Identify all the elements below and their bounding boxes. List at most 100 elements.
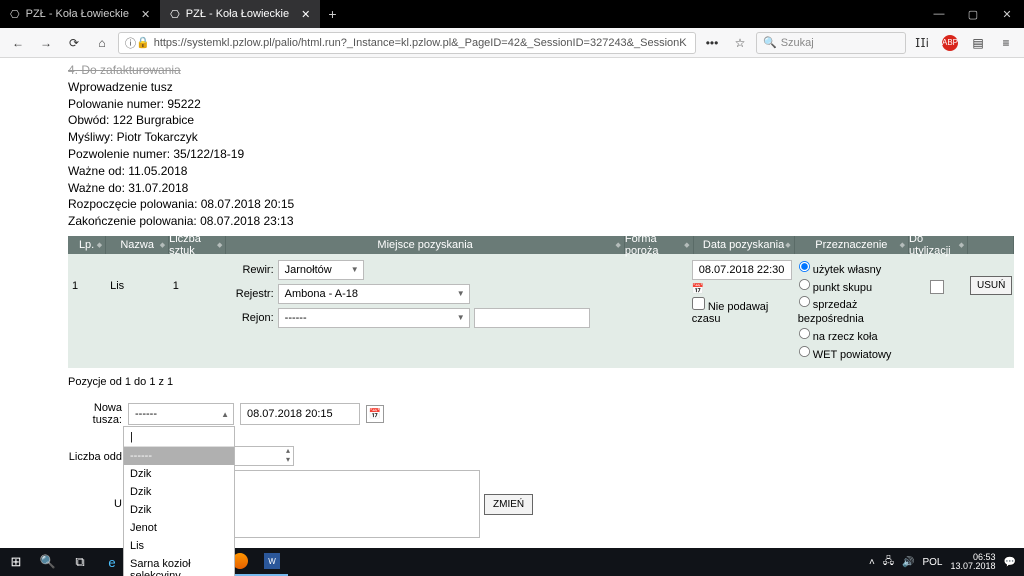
cell-utyl <box>907 254 966 303</box>
form-area: Nowa tusza: ------ 08.07.2018 20:15 📅 --… <box>68 402 1014 426</box>
word-icon[interactable]: W <box>256 548 288 576</box>
info-line: Rozpoczęcie polowania: 08.07.2018 20:15 <box>68 196 1014 213</box>
tab-label: PZŁ - Koła Łowieckie <box>26 8 129 20</box>
select-rejon[interactable]: ------ <box>278 308 470 328</box>
select-rewir[interactable]: Jarnołtów <box>278 260 364 280</box>
input-data[interactable]: 08.07.2018 20:15 <box>240 403 360 425</box>
dropdown-item[interactable]: Dzik <box>124 483 234 501</box>
search-input[interactable]: 🔍Szukaj <box>756 32 906 54</box>
tab-favicon: ⎔ <box>170 8 180 21</box>
taskview-icon[interactable]: ⧉ <box>64 548 96 576</box>
select-rejestr[interactable]: Ambona - A-18 <box>278 284 470 304</box>
dropdown-item[interactable]: Lis <box>124 537 234 555</box>
dropdown-nowa-tusza: ------ Dzik Dzik Dzik Jenot Lis Sarna ko… <box>123 426 235 576</box>
input-rejon-extra[interactable] <box>474 308 590 328</box>
system-tray: ˄ 🖧 🔊 POL 06:53 13.07.2018 💬 <box>861 553 1024 571</box>
dropdown-item[interactable]: ------ <box>124 447 234 465</box>
cell-nazwa: Lis <box>106 254 169 298</box>
window-close[interactable]: ✕ <box>990 0 1024 28</box>
label-rejestr: Rejestr: <box>230 288 274 300</box>
table-header: Lp. Nazwa Liczba sztuk Miejsce pozyskani… <box>68 236 1014 254</box>
info-line: 4. Do zafakturowania <box>68 62 1014 79</box>
tray-clock[interactable]: 06:53 13.07.2018 <box>951 553 996 571</box>
info-line: Obwód: 122 Burgrabice <box>68 112 1014 129</box>
col-data[interactable]: Data pozyskania <box>694 236 795 254</box>
site-info-icon[interactable]: ⓘ <box>125 35 136 51</box>
label-rejon: Rejon: <box>230 312 274 324</box>
adblock-icon[interactable]: ABP <box>938 31 962 55</box>
col-miejsce[interactable]: Miejsce pozyskania <box>226 236 624 254</box>
info-line: Ważne od: 11.05.2018 <box>68 163 1014 180</box>
browser-toolbar: ← → ⟳ ⌂ ⓘ 🔒 https://systemkl.pzlow.pl/pa… <box>0 28 1024 58</box>
radio-sprzedaz[interactable] <box>799 296 810 307</box>
radio-wet[interactable] <box>799 346 810 357</box>
cell-lp: 1 <box>68 254 106 298</box>
checkbox-niepodawaj[interactable] <box>692 297 705 310</box>
tab-close-icon[interactable]: ✕ <box>301 8 310 21</box>
window-maximize[interactable]: ▢ <box>956 0 990 28</box>
library-icon[interactable]: 𝖨𝖨𝗂 <box>910 31 934 55</box>
table-row: 1 Lis 1 Rewir: Jarnołtów Rejestr: Ambona… <box>68 254 1014 369</box>
col-liczba[interactable]: Liczba sztuk <box>169 236 226 254</box>
info-line: Myśliwy: Piotr Tokarczyk <box>68 129 1014 146</box>
url-bar[interactable]: ⓘ 🔒 https://systemkl.pzlow.pl/palio/html… <box>118 32 696 54</box>
combo-nowa-tusza[interactable]: ------ <box>128 403 234 425</box>
page-actions-icon[interactable]: ••• <box>700 31 724 55</box>
new-tab-button[interactable]: + <box>320 0 344 28</box>
window-minimize[interactable]: — <box>922 0 956 28</box>
tray-up-icon[interactable]: ˄ <box>869 557 875 568</box>
browser-tab-1[interactable]: ⎔ PZŁ - Koła Łowieckie ✕ <box>160 0 320 28</box>
delete-button[interactable]: USUŃ <box>970 276 1012 295</box>
textarea-uwagi[interactable] <box>234 470 480 538</box>
menu-icon[interactable]: ≡ <box>994 31 1018 55</box>
label-liczba: Liczba odd <box>68 451 122 463</box>
col-actions <box>968 236 1014 254</box>
dropdown-item[interactable]: Sarna kozioł selekcyjny <box>124 555 234 576</box>
col-lp[interactable]: Lp. <box>68 236 106 254</box>
radio-uzytek[interactable] <box>799 261 810 272</box>
search-icon[interactable]: 🔍 <box>32 548 64 576</box>
info-line: Pozwolenie numer: 35/122/18-19 <box>68 146 1014 163</box>
dropdown-item[interactable]: Jenot <box>124 519 234 537</box>
tab-close-icon[interactable]: ✕ <box>141 8 150 21</box>
col-nazwa[interactable]: Nazwa <box>106 236 169 254</box>
cell-przeznaczenie: użytek własny punkt skupu sprzedaż bezpo… <box>794 254 907 369</box>
nav-home[interactable]: ⌂ <box>90 31 114 55</box>
info-line: Wprowadzenie tusz <box>68 79 1014 96</box>
cell-liczba: 1 <box>169 254 226 298</box>
label-uwagi: U <box>68 498 122 510</box>
start-button[interactable]: ⊞ <box>0 548 32 576</box>
input-data-pozyskania[interactable]: 08.07.2018 22:30 <box>692 260 792 280</box>
tray-notifications-icon[interactable]: 💬 <box>1004 557 1016 568</box>
dropdown-item[interactable]: Dzik <box>124 465 234 483</box>
bookmark-star-icon[interactable]: ☆ <box>728 31 752 55</box>
sidebar-icon[interactable]: ▤ <box>966 31 990 55</box>
nav-back[interactable]: ← <box>6 31 30 55</box>
nav-forward[interactable]: → <box>34 31 58 55</box>
col-forma[interactable]: Forma poroża <box>625 236 694 254</box>
tray-language[interactable]: POL <box>922 557 942 568</box>
info-line: Ważne do: 31.07.2018 <box>68 180 1014 197</box>
col-przezn[interactable]: Przeznaczenie <box>795 236 909 254</box>
window-titlebar: ⎔ PZŁ - Koła Łowieckie ✕ ⎔ PZŁ - Koła Ło… <box>0 0 1024 28</box>
radio-kolo[interactable] <box>799 328 810 339</box>
browser-tab-0[interactable]: ⎔ PZŁ - Koła Łowieckie ✕ <box>0 0 160 28</box>
tray-volume-icon[interactable]: 🔊 <box>902 557 914 568</box>
radio-punkt[interactable] <box>799 279 810 290</box>
dropdown-item[interactable]: Dzik <box>124 501 234 519</box>
col-utyl[interactable]: Do utylizacji <box>909 236 968 254</box>
info-line: Polowanie numer: 95222 <box>68 96 1014 113</box>
nav-reload[interactable]: ⟳ <box>62 31 86 55</box>
stepper-liczba[interactable] <box>234 446 294 466</box>
calendar-icon[interactable]: 📅 <box>692 284 790 295</box>
tab-label: PZŁ - Koła Łowieckie <box>186 8 289 20</box>
label-rewir: Rewir: <box>230 264 274 276</box>
tab-favicon: ⎔ <box>10 8 20 21</box>
dropdown-search-input[interactable] <box>124 427 234 446</box>
checkbox-utyl[interactable] <box>930 280 944 294</box>
calendar-icon[interactable]: 📅 <box>366 405 384 423</box>
pager-text: Pozycje od 1 do 1 z 1 <box>68 376 1014 388</box>
page-content: 4. Do zafakturowania Wprowadzenie tusz P… <box>0 58 1024 456</box>
zmien-button[interactable]: ZMIEŃ <box>484 494 533 515</box>
tray-network-icon[interactable]: 🖧 <box>883 554 894 571</box>
